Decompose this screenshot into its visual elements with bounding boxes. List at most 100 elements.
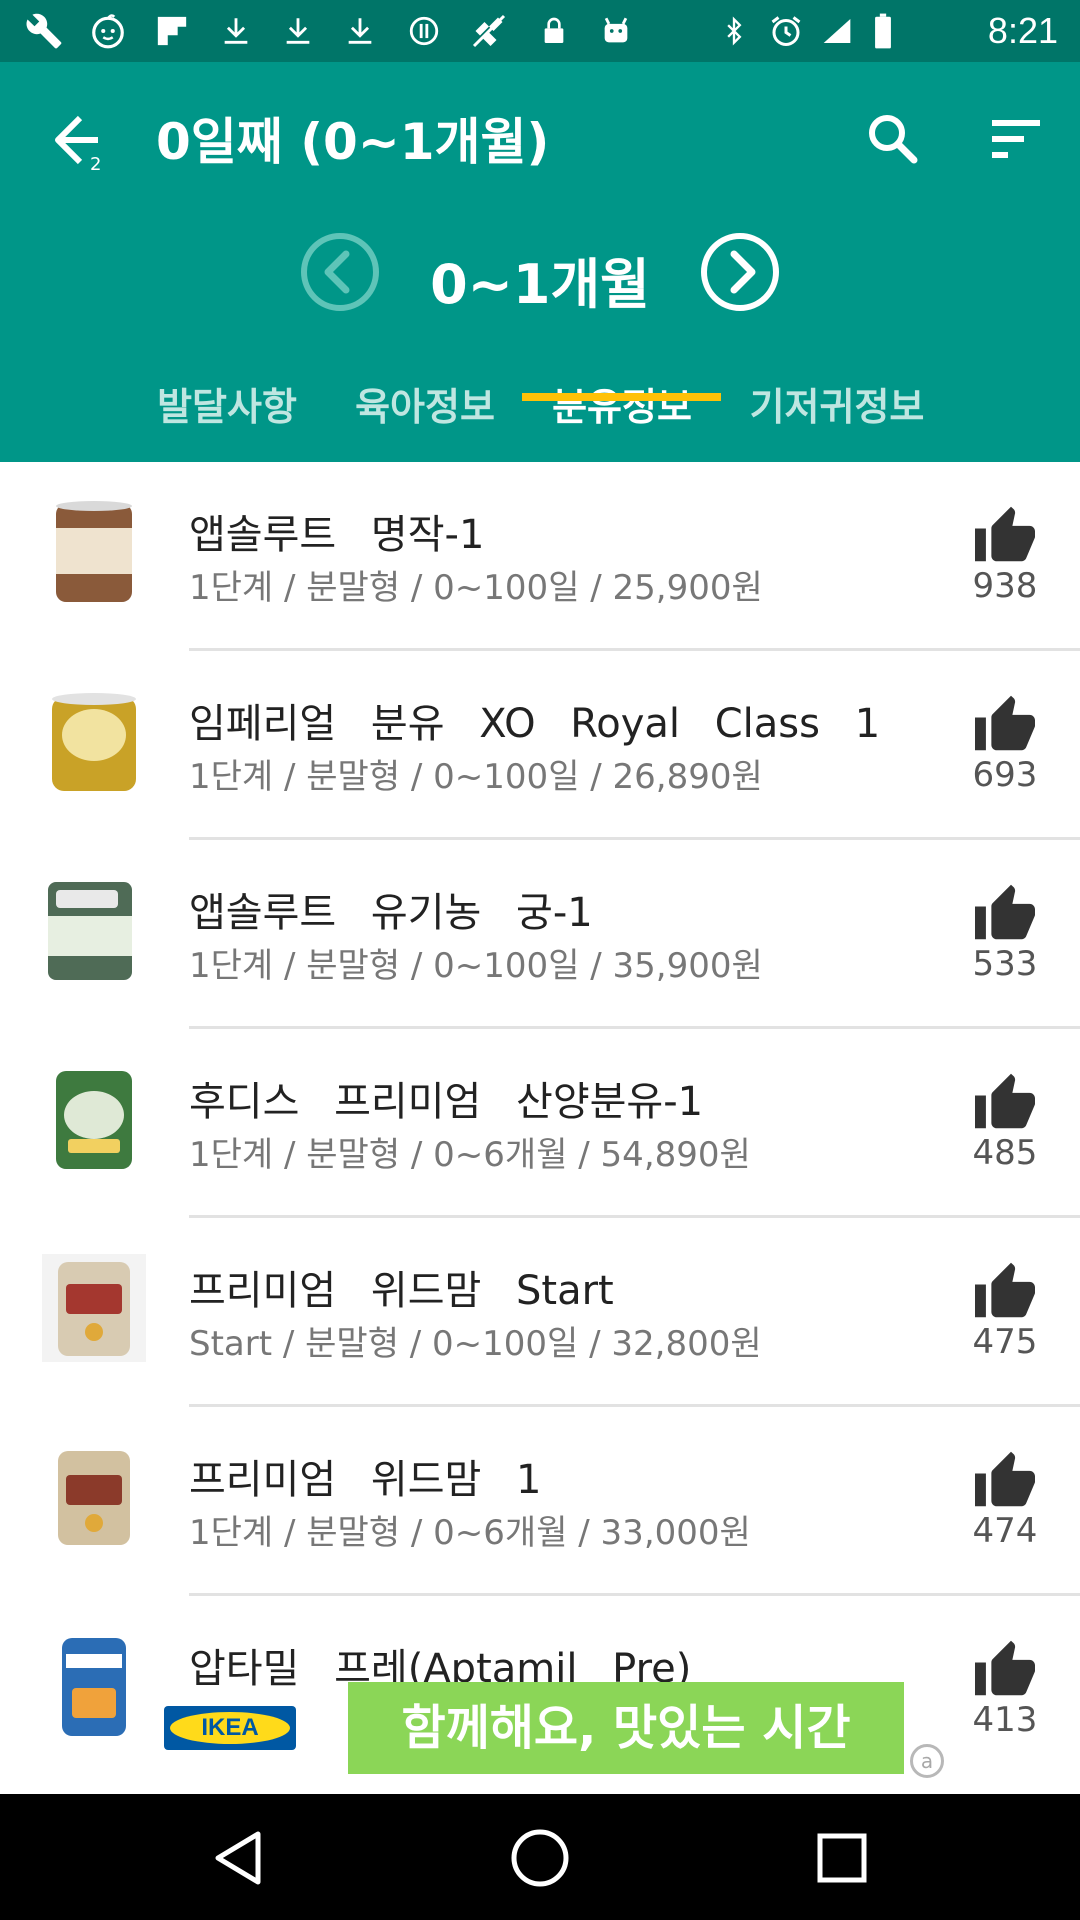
nav-recents-button[interactable] [810, 1826, 874, 1890]
month-label: 0~1개월 [430, 253, 650, 316]
ad-banner[interactable]: IKEA 함께해요, 맛있는 시간 a [150, 1672, 960, 1780]
formula-can-image [52, 693, 136, 791]
download-icon [338, 12, 382, 50]
thumbs-up-icon [975, 1451, 1035, 1507]
page-title: 0일째 (0~1개월) [156, 113, 550, 171]
thumbs-up-icon [975, 1640, 1035, 1696]
formula-can-image [58, 1451, 130, 1545]
android-icon [594, 12, 638, 50]
info-icon [402, 12, 446, 50]
download-icon [214, 12, 258, 50]
formula-can-image [42, 1254, 146, 1362]
thumbs-up-icon [975, 695, 1035, 751]
baby-face-icon [86, 12, 130, 50]
tab-bar: 발달사항 육아정보 분유정보 기저귀정보 [0, 362, 1080, 462]
back-button[interactable]: 2 [44, 108, 108, 175]
list-item[interactable]: 앱솔루트 유기농 궁-1 1단계 / 분말형 / 0~100일 / 35,900… [0, 840, 1080, 1029]
thumbs-up-icon [975, 884, 1035, 940]
formula-can-image [56, 1071, 132, 1169]
like-button[interactable] [972, 1260, 1038, 1320]
like-count: 485 [972, 1133, 1038, 1173]
navigation-bar [0, 1794, 1080, 1920]
back-arrow-icon: 2 [55, 115, 101, 175]
can-body [62, 1638, 126, 1736]
product-name: 프리미엄 위드맘 1 [189, 1457, 542, 1503]
no-signal-icon [464, 12, 514, 50]
list-item[interactable]: 프리미엄 위드맘 1 1단계 / 분말형 / 0~6개월 / 33,000원 4… [0, 1407, 1080, 1596]
month-navigator: 0~1개월 [0, 232, 1080, 332]
alarm-icon [764, 12, 808, 50]
product-details: 1단계 / 분말형 / 0~6개월 / 54,890원 [189, 1135, 751, 1175]
product-details: 1단계 / 분말형 / 0~100일 / 25,900원 [189, 568, 763, 608]
can-label [64, 1091, 124, 1139]
thumbs-up-icon [975, 1262, 1035, 1318]
like-count: 475 [972, 1322, 1038, 1362]
like-button[interactable] [972, 693, 1038, 753]
product-name: 프리미엄 위드맘 Start [189, 1268, 614, 1314]
tab-development[interactable]: 발달사항 [150, 362, 304, 462]
chevron-right-icon [701, 233, 779, 311]
like-count: 938 [972, 566, 1038, 606]
can-label [66, 1475, 122, 1505]
status-bar: 8:21 [0, 0, 1080, 62]
like-button[interactable] [972, 1071, 1038, 1131]
like-count: 474 [972, 1511, 1038, 1551]
like-button[interactable] [972, 1638, 1038, 1698]
product-details: 1단계 / 분말형 / 0~100일 / 35,900원 [189, 946, 763, 986]
formula-can-image [62, 1638, 126, 1736]
product-details: 1단계 / 분말형 / 0~6개월 / 33,000원 [189, 1513, 751, 1553]
product-details: 1단계 / 분말형 / 0~100일 / 26,890원 [189, 757, 763, 797]
list-item[interactable]: 임페리얼 분유 XO Royal Class 1 1단계 / 분말형 / 0~1… [0, 651, 1080, 840]
ad-brand-name: IKEA [170, 1712, 290, 1744]
product-list[interactable]: 앱솔루트 명작-1 1단계 / 분말형 / 0~100일 / 25,900원 9… [0, 462, 1080, 1792]
next-month-button[interactable] [700, 232, 780, 312]
circle-home-icon [511, 1829, 569, 1887]
triangle-back-icon [215, 1831, 261, 1885]
previous-month-button[interactable] [300, 232, 380, 312]
product-name: 후디스 프리미엄 산양분유-1 [189, 1079, 704, 1125]
like-count: 533 [972, 944, 1038, 984]
status-time: 8:21 [987, 10, 1058, 51]
sort-icon [992, 120, 1040, 158]
back-badge: 2 [90, 154, 101, 172]
can-label [62, 709, 126, 761]
download-icon [276, 12, 320, 50]
product-name: 앱솔루트 유기농 궁-1 [189, 890, 593, 936]
wrench-icon [22, 12, 66, 50]
tab-formula-info[interactable]: 분유정보 [545, 362, 699, 462]
formula-can-image [48, 882, 132, 980]
product-name: 임페리얼 분유 XO Royal Class 1 [189, 701, 881, 747]
tab-parenting-info[interactable]: 육아정보 [348, 362, 502, 462]
like-count: 693 [972, 755, 1038, 795]
list-item[interactable]: 프리미엄 위드맘 Start Start / 분말형 / 0~100일 / 32… [0, 1218, 1080, 1407]
can-label [56, 528, 132, 574]
can-label [66, 1284, 122, 1314]
ad-info-icon[interactable]: a [910, 1744, 944, 1778]
bluetooth-icon [716, 12, 752, 50]
ad-brand-logo[interactable]: IKEA [164, 1706, 296, 1750]
like-button[interactable] [972, 1449, 1038, 1509]
product-details: Start / 분말형 / 0~100일 / 32,800원 [189, 1324, 762, 1364]
list-item[interactable]: 후디스 프리미엄 산양분유-1 1단계 / 분말형 / 0~6개월 / 54,8… [0, 1029, 1080, 1218]
lock-icon [532, 12, 576, 50]
nav-back-button[interactable] [206, 1826, 270, 1890]
sort-button[interactable] [988, 114, 1044, 164]
app-bar: 2 0일째 (0~1개월) 0~1개월 발달사항 육아정보 분유정보 기저귀정보 [0, 62, 1080, 462]
like-button[interactable] [972, 504, 1038, 564]
list-item[interactable]: 앱솔루트 명작-1 1단계 / 분말형 / 0~100일 / 25,900원 9… [0, 462, 1080, 651]
like-button[interactable] [972, 882, 1038, 942]
can-label [72, 1688, 116, 1718]
nav-home-button[interactable] [508, 1826, 572, 1890]
product-name: 앱솔루트 명작-1 [189, 512, 485, 558]
search-icon [869, 115, 918, 164]
chevron-left-icon [301, 233, 379, 311]
tab-diaper-info[interactable]: 기저귀정보 [745, 362, 929, 462]
can-label [48, 916, 132, 956]
thumbs-up-icon [975, 506, 1035, 562]
search-button[interactable] [862, 108, 922, 168]
ad-text[interactable]: 함께해요, 맛있는 시간 [348, 1682, 904, 1774]
thumbs-up-icon [975, 1073, 1035, 1129]
active-tab-indicator [522, 393, 721, 401]
square-recents-icon [817, 1833, 867, 1883]
battery-icon [866, 12, 900, 50]
